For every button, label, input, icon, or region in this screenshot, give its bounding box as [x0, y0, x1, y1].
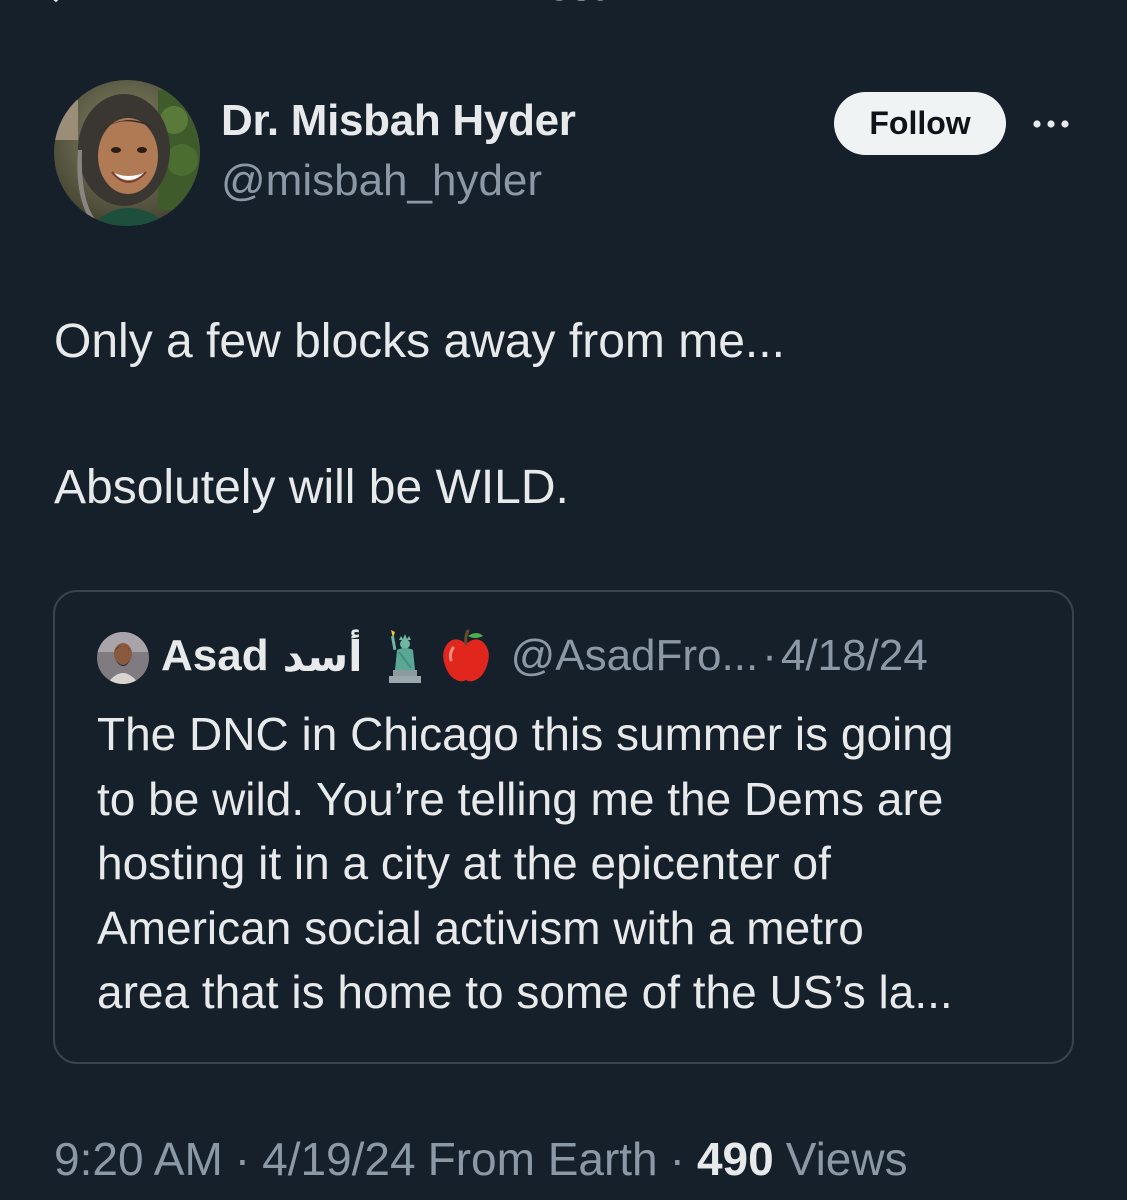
quoted-author-name-arabic[interactable]: أسد [283, 632, 363, 681]
views-count[interactable]: 490 [697, 1132, 774, 1186]
quoted-tweet-text-line: to be wild. You’re telling me the Dems a… [97, 772, 944, 825]
author-name[interactable]: Dr. Misbah Hyder [221, 96, 576, 146]
separator-dot: · [234, 1133, 251, 1185]
follow-button[interactable]: Follow [834, 92, 1006, 155]
quoted-author-avatar[interactable] [97, 632, 149, 684]
quoted-tweet-date[interactable]: 4/18/24 [781, 631, 928, 681]
red-apple-icon [439, 628, 493, 684]
quoted-tweet-card[interactable]: Asad أسد @AsadFro... · 4/18/24 The DNC i… [53, 590, 1074, 1064]
quoted-author-name[interactable]: Asad [161, 631, 269, 681]
tweet-source: From Earth [427, 1133, 658, 1185]
author-handle[interactable]: @misbah_hyder [221, 156, 542, 206]
views-label[interactable]: Views [786, 1132, 908, 1186]
quoted-tweet-header: Asad أسد @AsadFro... · 4/18/24 [161, 626, 928, 686]
page-title: Post [0, 0, 1127, 10]
tweet-text-line: Only a few blocks away from me... [54, 315, 785, 368]
quoted-author-handle[interactable]: @AsadFro... [511, 631, 759, 681]
tweet-text-line: Absolutely will be WILD. [54, 461, 569, 514]
statue-of-liberty-icon [385, 628, 425, 684]
quoted-tweet-text-line: area that is home to some of the US’s la… [97, 966, 953, 1018]
quoted-tweet-body: The DNC in Chicago this summer is going … [97, 702, 1057, 1025]
quoted-tweet-text-line: The DNC in Chicago this summer is going [97, 708, 954, 760]
quoted-tweet-text-line: hosting it in a city at the epicenter of [97, 837, 831, 889]
author-avatar[interactable] [54, 80, 200, 226]
quoted-tweet-text-line: American social activism with a metro [97, 901, 864, 954]
tweet-meta: 9:20 AM · 4/19/24 From Earth · 490 Views [54, 1132, 908, 1186]
post-detail-screen: Post Dr. Misbah Hyder @ [0, 0, 1127, 1200]
tweet-date[interactable]: 4/19/24 [262, 1132, 415, 1186]
separator-dot: · [669, 1133, 685, 1185]
more-horizontal-icon[interactable] [1028, 106, 1074, 142]
tweet-time[interactable]: 9:20 AM [54, 1132, 223, 1186]
separator-dot: · [762, 631, 777, 680]
top-bar: Post [0, 0, 1127, 10]
